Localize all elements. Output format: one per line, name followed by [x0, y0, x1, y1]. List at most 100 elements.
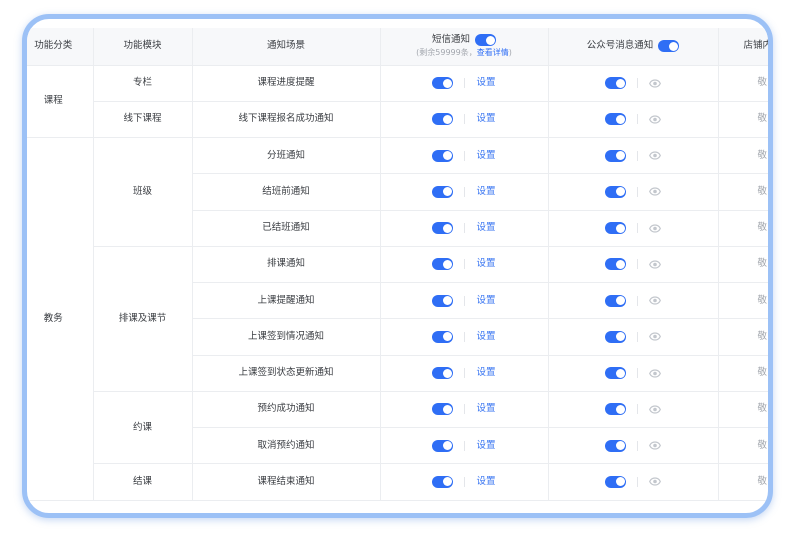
scene-label: 预约成功通知: [257, 403, 315, 415]
wechat-toggle[interactable]: [605, 222, 626, 235]
toggle-knob: [442, 259, 452, 269]
wechat-toggle[interactable]: [605, 403, 626, 416]
sms-settings-link[interactable]: 设置: [476, 476, 495, 488]
category-cell: 课程: [27, 65, 94, 138]
sms-toggle[interactable]: [432, 475, 454, 488]
sms-toggle[interactable]: [432, 149, 454, 162]
sms-controls: 设置: [381, 222, 548, 235]
wechat-toggle[interactable]: [605, 439, 626, 452]
module-cell: 线下课程: [93, 101, 193, 139]
store-status: 敬: [757, 258, 768, 270]
wechat-toggle[interactable]: [605, 113, 626, 126]
sms-quota-close: ): [508, 48, 512, 58]
sms-master-toggle[interactable]: [475, 34, 496, 47]
action-divider: [464, 186, 466, 197]
eye-icon[interactable]: [649, 260, 661, 269]
wechat-toggle[interactable]: [605, 475, 626, 488]
eye-icon[interactable]: [649, 151, 661, 160]
store-status: 敬: [757, 185, 768, 197]
module-cell: 专栏: [93, 65, 193, 102]
sms-toggle[interactable]: [432, 367, 454, 380]
sms-toggle[interactable]: [432, 439, 454, 452]
sms-toggle[interactable]: [432, 113, 454, 126]
wechat-toggle[interactable]: [605, 294, 626, 307]
sms-toggle[interactable]: [432, 330, 454, 343]
action-divider: [637, 331, 638, 342]
wechat-toggle[interactable]: [605, 367, 626, 380]
scene-cell: 上课签到状态更新通知: [192, 355, 381, 392]
sms-toggle[interactable]: [432, 294, 454, 307]
sms-toggle[interactable]: [432, 403, 454, 416]
eye-icon[interactable]: [649, 441, 661, 450]
sms-settings-link[interactable]: 设置: [476, 403, 495, 415]
eye-pupil: [653, 81, 657, 85]
eye-pupil: [653, 226, 657, 230]
view-details-link[interactable]: 查看详情: [477, 48, 509, 57]
sms-toggle[interactable]: [432, 222, 454, 235]
eye-icon[interactable]: [649, 405, 661, 414]
eye-icon[interactable]: [649, 115, 661, 124]
sms-toggle[interactable]: [432, 77, 454, 90]
wechat-cell: [548, 463, 719, 501]
wechat-toggle[interactable]: [605, 330, 626, 343]
sms-settings-link[interactable]: 设置: [476, 295, 495, 307]
action-divider: [637, 440, 638, 451]
sms-settings-link[interactable]: 设置: [476, 367, 495, 379]
eye-pupil: [653, 153, 657, 158]
eye-pupil: [653, 371, 657, 375]
sms-toggle[interactable]: [432, 185, 454, 198]
toggle-knob: [442, 477, 452, 487]
sms-settings-link[interactable]: 设置: [476, 258, 495, 270]
store-cell: 敬: [718, 210, 768, 247]
scene-cell: 排课通知: [192, 246, 381, 284]
module-cell: 排课及课节: [93, 246, 193, 392]
wechat-cell: [548, 391, 719, 429]
sms-cell: 设置: [380, 318, 549, 356]
sms-settings-link[interactable]: 设置: [476, 186, 495, 198]
eye-pupil: [653, 335, 657, 339]
action-divider: [637, 186, 638, 197]
sms-settings-link[interactable]: 设置: [476, 222, 495, 234]
wechat-cell: [548, 282, 719, 320]
action-divider: [464, 150, 466, 161]
wechat-controls: [549, 149, 718, 162]
eye-pupil: [653, 298, 657, 303]
sms-cell: 设置: [380, 173, 549, 211]
module-cell: 约课: [93, 391, 193, 465]
action-divider: [464, 368, 466, 379]
eye-glyph: [649, 79, 661, 88]
sms-settings-link[interactable]: 设置: [476, 440, 495, 452]
scene-cell: 上课签到情况通知: [192, 318, 381, 356]
wechat-toggle[interactable]: [605, 149, 626, 162]
toggle-knob: [615, 223, 625, 233]
eye-icon[interactable]: [649, 332, 661, 341]
wechat-toggle[interactable]: [605, 185, 626, 198]
toggle-knob: [615, 477, 625, 487]
store-cell: 敬: [718, 101, 768, 139]
sms-settings-link[interactable]: 设置: [476, 331, 495, 343]
eye-icon[interactable]: [649, 187, 661, 196]
eye-icon[interactable]: [649, 369, 661, 378]
sms-settings-link[interactable]: 设置: [476, 150, 495, 162]
toggle-knob: [615, 332, 625, 342]
eye-icon[interactable]: [649, 477, 661, 486]
sms-controls: 设置: [381, 330, 548, 343]
scene-label: 排课通知: [266, 258, 305, 270]
module-label: 排课及课节: [118, 312, 167, 324]
eye-icon[interactable]: [649, 224, 661, 233]
sms-controls: 设置: [381, 475, 548, 488]
eye-icon[interactable]: [649, 79, 661, 88]
scene-cell: 课程进度提醒: [192, 65, 381, 102]
eye-pupil: [653, 190, 657, 194]
sms-settings-link[interactable]: 设置: [476, 77, 495, 89]
sms-cell: 设置: [380, 355, 549, 392]
table-row: 线下课程 线下课程报名成功通知 设置 敬: [27, 101, 768, 139]
eye-glyph: [649, 405, 661, 414]
sms-toggle[interactable]: [432, 258, 454, 271]
wechat-toggle[interactable]: [605, 77, 626, 90]
eye-icon[interactable]: [649, 296, 661, 305]
sms-settings-link[interactable]: 设置: [476, 113, 495, 125]
wechat-master-toggle[interactable]: [658, 40, 680, 53]
category-cell: 教务: [27, 137, 94, 501]
wechat-toggle[interactable]: [605, 258, 626, 271]
